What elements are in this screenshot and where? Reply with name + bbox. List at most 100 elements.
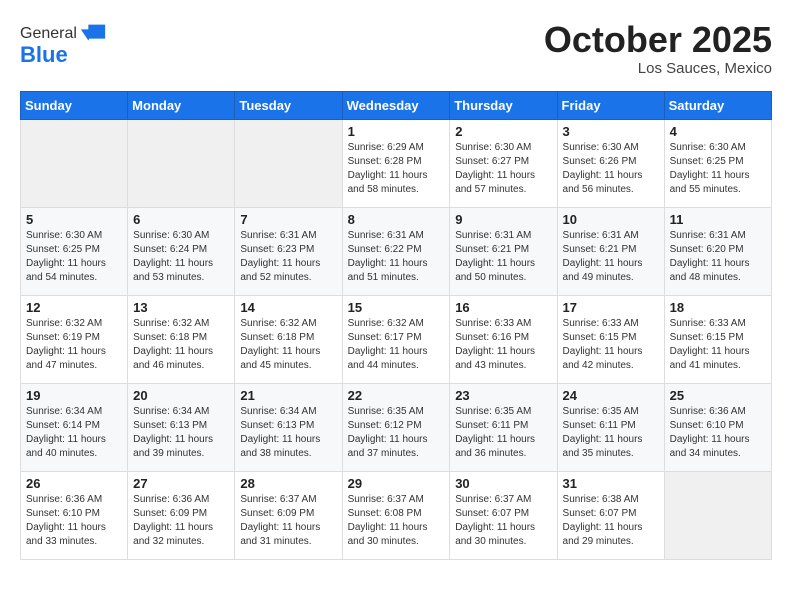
weekday-header: Thursday — [450, 91, 557, 119]
calendar-cell: 30 Sunrise: 6:37 AM Sunset: 6:07 PM Dayli… — [450, 471, 557, 559]
title-block: October 2025 Los Sauces, Mexico — [544, 20, 772, 77]
calendar-week-row: 26 Sunrise: 6:36 AM Sunset: 6:10 PM Dayli… — [21, 471, 772, 559]
day-number: 13 — [133, 300, 229, 315]
day-info: Sunrise: 6:30 AM Sunset: 6:27 PM Dayligh… — [455, 141, 551, 197]
calendar-cell: 18 Sunrise: 6:33 AM Sunset: 6:15 PM Dayli… — [664, 295, 771, 383]
calendar-cell — [235, 119, 342, 207]
calendar-week-row: 12 Sunrise: 6:32 AM Sunset: 6:19 PM Dayli… — [21, 295, 772, 383]
day-number: 4 — [670, 124, 766, 139]
day-info: Sunrise: 6:36 AM Sunset: 6:10 PM Dayligh… — [26, 493, 122, 549]
calendar: SundayMondayTuesdayWednesdayThursdayFrid… — [20, 91, 772, 560]
calendar-cell: 2 Sunrise: 6:30 AM Sunset: 6:27 PM Daylig… — [450, 119, 557, 207]
day-number: 9 — [455, 212, 551, 227]
day-info: Sunrise: 6:35 AM Sunset: 6:11 PM Dayligh… — [563, 405, 659, 461]
day-number: 20 — [133, 388, 229, 403]
day-info: Sunrise: 6:30 AM Sunset: 6:25 PM Dayligh… — [670, 141, 766, 197]
weekday-header: Saturday — [664, 91, 771, 119]
calendar-cell: 10Sunrise: 6:31 AM Sunset: 6:21 PM Dayli… — [557, 207, 664, 295]
calendar-cell: 11 Sunrise: 6:31 AM Sunset: 6:20 PM Dayli… — [664, 207, 771, 295]
calendar-cell: 12 Sunrise: 6:32 AM Sunset: 6:19 PM Dayli… — [21, 295, 128, 383]
location: Los Sauces, Mexico — [544, 60, 772, 77]
day-number: 16 — [455, 300, 551, 315]
day-number: 15 — [348, 300, 445, 315]
day-info: Sunrise: 6:37 AM Sunset: 6:08 PM Dayligh… — [348, 493, 445, 549]
day-info: Sunrise: 6:32 AM Sunset: 6:17 PM Dayligh… — [348, 317, 445, 373]
day-info: Sunrise: 6:35 AM Sunset: 6:11 PM Dayligh… — [455, 405, 551, 461]
calendar-cell: 29Sunrise: 6:37 AM Sunset: 6:08 PM Dayli… — [342, 471, 450, 559]
day-number: 10 — [563, 212, 659, 227]
day-info: Sunrise: 6:33 AM Sunset: 6:15 PM Dayligh… — [670, 317, 766, 373]
calendar-cell: 6 Sunrise: 6:30 AM Sunset: 6:24 PM Daylig… — [128, 207, 235, 295]
day-info: Sunrise: 6:31 AM Sunset: 6:23 PM Dayligh… — [240, 229, 336, 285]
calendar-cell: 8 Sunrise: 6:31 AM Sunset: 6:22 PM Daylig… — [342, 207, 450, 295]
day-number: 23 — [455, 388, 551, 403]
day-number: 22 — [348, 388, 445, 403]
day-number: 18 — [670, 300, 766, 315]
day-info: Sunrise: 6:37 AM Sunset: 6:09 PM Dayligh… — [240, 493, 336, 549]
day-info: Sunrise: 6:33 AM Sunset: 6:15 PM Dayligh… — [563, 317, 659, 373]
day-number: 28 — [240, 476, 336, 491]
day-info: Sunrise: 6:31 AM Sunset: 6:22 PM Dayligh… — [348, 229, 445, 285]
day-number: 2 — [455, 124, 551, 139]
day-number: 30 — [455, 476, 551, 491]
day-info: Sunrise: 6:35 AM Sunset: 6:12 PM Dayligh… — [348, 405, 445, 461]
calendar-cell: 21Sunrise: 6:34 AM Sunset: 6:13 PM Dayli… — [235, 383, 342, 471]
day-number: 31 — [563, 476, 659, 491]
day-info: Sunrise: 6:31 AM Sunset: 6:21 PM Dayligh… — [455, 229, 551, 285]
day-info: Sunrise: 6:29 AM Sunset: 6:28 PM Dayligh… — [348, 141, 445, 197]
calendar-cell: 23 Sunrise: 6:35 AM Sunset: 6:11 PM Dayli… — [450, 383, 557, 471]
calendar-cell: 17Sunrise: 6:33 AM Sunset: 6:15 PM Dayli… — [557, 295, 664, 383]
calendar-cell: 31 Sunrise: 6:38 AM Sunset: 6:07 PM Dayli… — [557, 471, 664, 559]
calendar-cell: 27Sunrise: 6:36 AM Sunset: 6:09 PM Dayli… — [128, 471, 235, 559]
day-number: 24 — [563, 388, 659, 403]
day-info: Sunrise: 6:30 AM Sunset: 6:25 PM Dayligh… — [26, 229, 122, 285]
day-info: Sunrise: 6:32 AM Sunset: 6:18 PM Dayligh… — [240, 317, 336, 373]
calendar-week-row: 1 Sunrise: 6:29 AM Sunset: 6:28 PM Daylig… — [21, 119, 772, 207]
calendar-cell: 9 Sunrise: 6:31 AM Sunset: 6:21 PM Daylig… — [450, 207, 557, 295]
calendar-cell: 1 Sunrise: 6:29 AM Sunset: 6:28 PM Daylig… — [342, 119, 450, 207]
day-number: 1 — [348, 124, 445, 139]
day-info: Sunrise: 6:37 AM Sunset: 6:07 PM Dayligh… — [455, 493, 551, 549]
calendar-cell: 26 Sunrise: 6:36 AM Sunset: 6:10 PM Dayli… — [21, 471, 128, 559]
weekday-header: Tuesday — [235, 91, 342, 119]
calendar-cell: 19Sunrise: 6:34 AM Sunset: 6:14 PM Dayli… — [21, 383, 128, 471]
calendar-cell: 14Sunrise: 6:32 AM Sunset: 6:18 PM Dayli… — [235, 295, 342, 383]
day-info: Sunrise: 6:31 AM Sunset: 6:20 PM Dayligh… — [670, 229, 766, 285]
day-number: 11 — [670, 212, 766, 227]
day-info: Sunrise: 6:30 AM Sunset: 6:26 PM Dayligh… — [563, 141, 659, 197]
day-info: Sunrise: 6:34 AM Sunset: 6:13 PM Dayligh… — [133, 405, 229, 461]
day-info: Sunrise: 6:30 AM Sunset: 6:24 PM Dayligh… — [133, 229, 229, 285]
logo-icon — [79, 20, 107, 48]
weekday-header-row: SundayMondayTuesdayWednesdayThursdayFrid… — [21, 91, 772, 119]
day-number: 6 — [133, 212, 229, 227]
calendar-cell: 25 Sunrise: 6:36 AM Sunset: 6:10 PM Dayli… — [664, 383, 771, 471]
day-number: 3 — [563, 124, 659, 139]
header: General Blue October 2025 Los Sauces, Me… — [20, 20, 772, 77]
calendar-cell — [664, 471, 771, 559]
day-number: 12 — [26, 300, 122, 315]
day-info: Sunrise: 6:36 AM Sunset: 6:10 PM Dayligh… — [670, 405, 766, 461]
day-info: Sunrise: 6:34 AM Sunset: 6:14 PM Dayligh… — [26, 405, 122, 461]
day-number: 7 — [240, 212, 336, 227]
calendar-week-row: 19Sunrise: 6:34 AM Sunset: 6:14 PM Dayli… — [21, 383, 772, 471]
calendar-cell — [128, 119, 235, 207]
day-number: 26 — [26, 476, 122, 491]
calendar-cell: 7 Sunrise: 6:31 AM Sunset: 6:23 PM Daylig… — [235, 207, 342, 295]
logo: General Blue — [20, 20, 107, 68]
calendar-cell: 22 Sunrise: 6:35 AM Sunset: 6:12 PM Dayli… — [342, 383, 450, 471]
weekday-header: Monday — [128, 91, 235, 119]
month-title: October 2025 — [544, 20, 772, 60]
calendar-cell — [21, 119, 128, 207]
weekday-header: Friday — [557, 91, 664, 119]
weekday-header: Sunday — [21, 91, 128, 119]
day-number: 8 — [348, 212, 445, 227]
calendar-cell: 15 Sunrise: 6:32 AM Sunset: 6:17 PM Dayli… — [342, 295, 450, 383]
day-info: Sunrise: 6:34 AM Sunset: 6:13 PM Dayligh… — [240, 405, 336, 461]
day-info: Sunrise: 6:32 AM Sunset: 6:19 PM Dayligh… — [26, 317, 122, 373]
day-number: 25 — [670, 388, 766, 403]
page: General Blue October 2025 Los Sauces, Me… — [0, 0, 792, 570]
day-info: Sunrise: 6:38 AM Sunset: 6:07 PM Dayligh… — [563, 493, 659, 549]
day-info: Sunrise: 6:33 AM Sunset: 6:16 PM Dayligh… — [455, 317, 551, 373]
day-number: 27 — [133, 476, 229, 491]
calendar-cell: 4 Sunrise: 6:30 AM Sunset: 6:25 PM Daylig… — [664, 119, 771, 207]
